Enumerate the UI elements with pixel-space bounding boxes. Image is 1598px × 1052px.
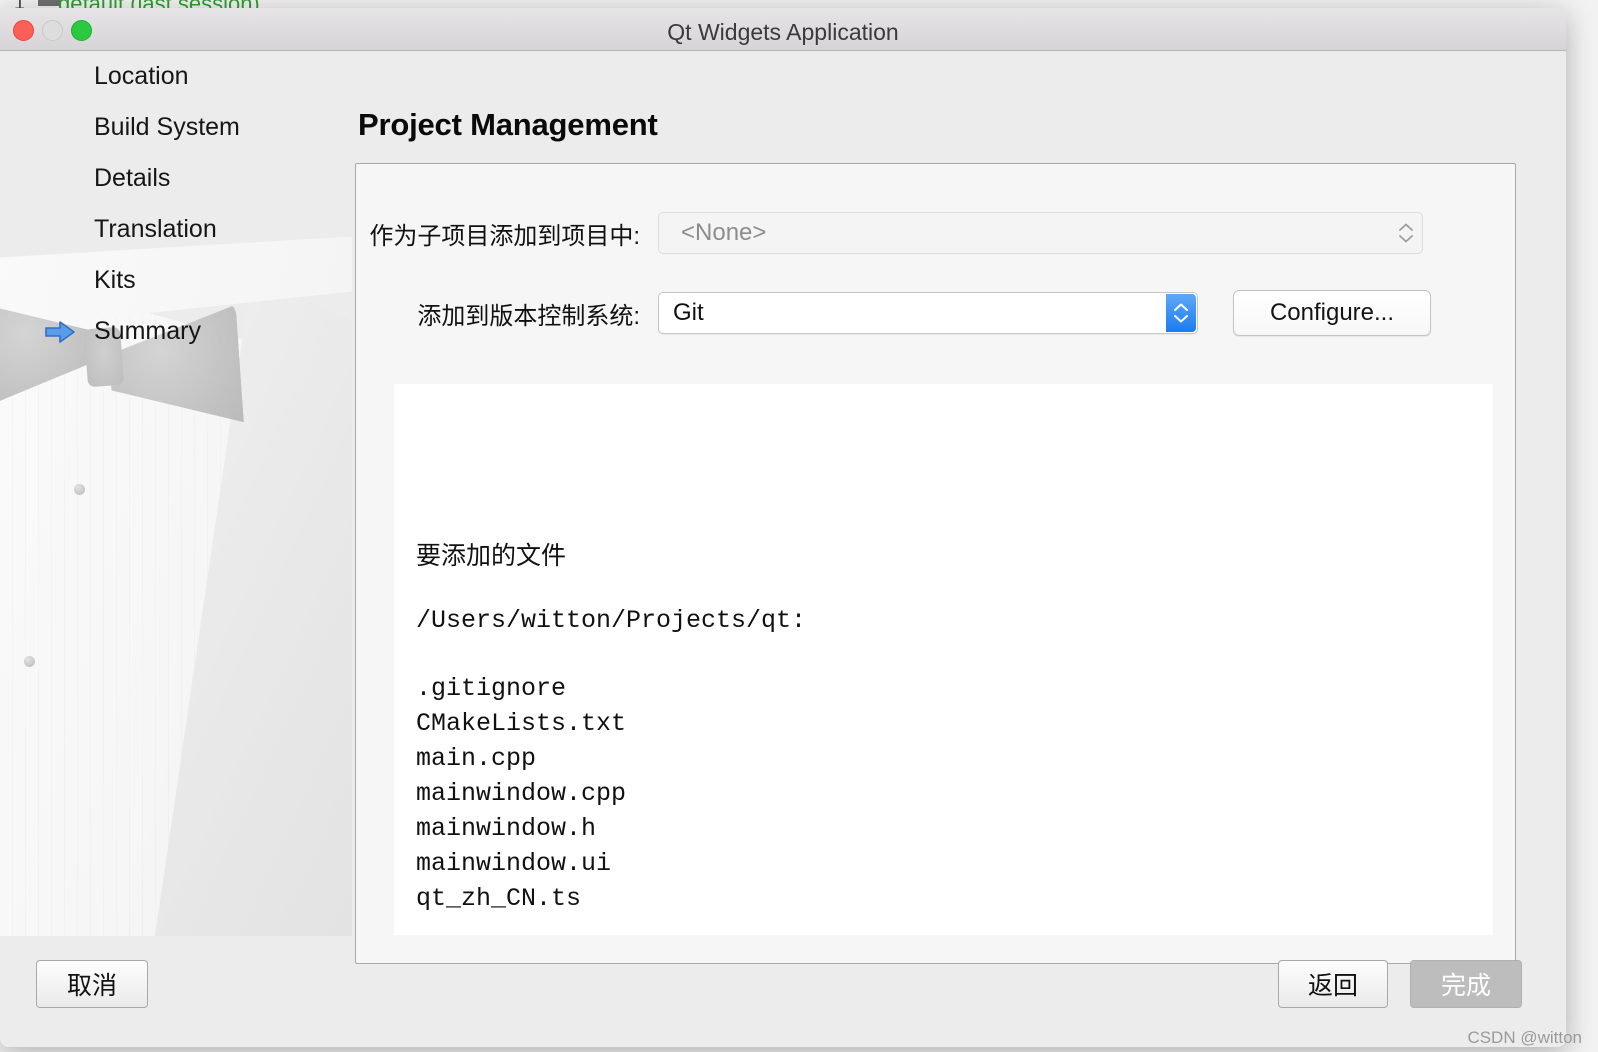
current-step-arrow-icon [44, 320, 76, 344]
files-summary-content: 要添加的文件 /Users/witton/Projects/qt: .gitig… [394, 384, 1493, 916]
qt-wizard-window: Qt Widgets Application [0, 8, 1566, 1047]
sidebar-item-label: Kits [94, 266, 136, 295]
chevron-down-icon [1399, 235, 1413, 243]
dialog-body: Location Build System [0, 51, 1566, 1047]
dialog-footer: 取消 返回 完成 [0, 952, 1566, 1047]
back-button[interactable]: 返回 [1278, 960, 1388, 1008]
configure-button[interactable]: Configure... [1233, 290, 1431, 336]
files-list: .gitignore CMakeLists.txt main.cpp mainw… [416, 671, 1493, 916]
sidebar-item-label: Translation [94, 215, 217, 244]
background-session-folder-icon [38, 0, 60, 6]
list-item: CMakeLists.txt [416, 706, 1493, 741]
sidebar-item-label: Summary [94, 317, 201, 346]
wizard-step-list: Location Build System [0, 51, 352, 357]
version-control-stepper[interactable] [1166, 294, 1196, 332]
sidebar-item-kits[interactable]: Kits [0, 255, 352, 306]
files-summary-path: /Users/witton/Projects/qt: [416, 606, 1493, 635]
list-item: qt_zh_CN.ts [416, 881, 1493, 916]
list-item: .gitignore [416, 671, 1493, 706]
list-item: mainwindow.ui [416, 846, 1493, 881]
wizard-sidebar: Location Build System [0, 51, 352, 981]
files-summary-heading: 要添加的文件 [416, 536, 1493, 572]
finish-button[interactable]: 完成 [1410, 960, 1522, 1008]
subproject-label: 作为子项目添加到项目中: [356, 216, 658, 251]
sidebar-item-label: Location [94, 62, 189, 91]
window-title: Qt Widgets Application [0, 19, 1566, 46]
subproject-combobox[interactable]: <None> [658, 212, 1423, 254]
sidebar-item-summary[interactable]: Summary [0, 306, 352, 357]
sidebar-item-label: Build System [94, 113, 240, 142]
version-control-combobox[interactable]: Git [658, 292, 1198, 334]
chevron-up-icon [1399, 223, 1413, 231]
chevron-down-icon [1174, 315, 1188, 323]
subproject-stepper[interactable] [1391, 214, 1421, 252]
chevron-up-icon [1174, 303, 1188, 311]
shirt-stud-icon-2 [24, 656, 35, 667]
list-item: mainwindow.h [416, 811, 1493, 846]
cancel-button[interactable]: 取消 [36, 960, 148, 1008]
version-control-combobox-value: Git [673, 299, 704, 327]
subproject-row: 作为子项目添加到项目中: <None> [356, 212, 1515, 254]
window-titlebar: Qt Widgets Application [0, 8, 1566, 51]
sidebar-item-details[interactable]: Details [0, 153, 352, 204]
version-control-label: 添加到版本控制系统: [356, 296, 658, 331]
sidebar-item-translation[interactable]: Translation [0, 204, 352, 255]
page-title: Project Management [358, 107, 658, 143]
sidebar-item-location[interactable]: Location [0, 51, 352, 102]
csdn-watermark: CSDN @witton [1467, 1028, 1582, 1048]
project-management-groupbox: 作为子项目添加到项目中: <None> [355, 163, 1516, 964]
sidebar-item-build-system[interactable]: Build System [0, 102, 352, 153]
sidebar-item-label: Details [94, 164, 170, 193]
version-control-row: 添加到版本控制系统: Git Configure... [356, 290, 1515, 336]
files-summary-textarea[interactable]: 要添加的文件 /Users/witton/Projects/qt: .gitig… [394, 384, 1493, 935]
shirt-stud-icon [74, 484, 85, 495]
wizard-content-pane: Project Management 作为子项目添加到项目中: <None> [352, 51, 1566, 1047]
list-item: main.cpp [416, 741, 1493, 776]
subproject-combobox-value: <None> [681, 219, 766, 247]
list-item: mainwindow.cpp [416, 776, 1493, 811]
